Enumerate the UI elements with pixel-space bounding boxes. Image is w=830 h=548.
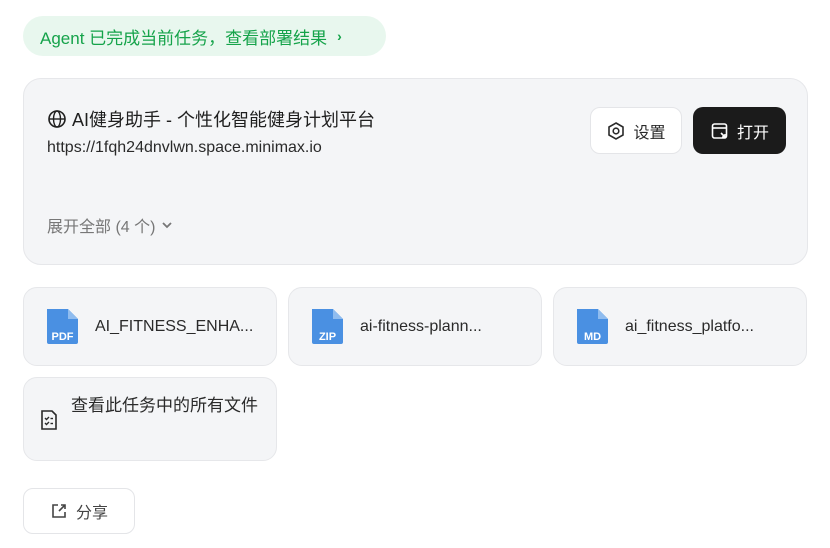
share-button[interactable]: 分享 — [23, 488, 135, 534]
file-card-md[interactable]: MD ai_fitness_platfo... — [553, 287, 807, 366]
file-card-zip[interactable]: ZIP ai-fitness-plann... — [288, 287, 542, 366]
md-file-icon: MD — [574, 307, 611, 346]
view-all-files-card[interactable]: 查看此任务中的所有文件 — [23, 377, 277, 461]
open-button[interactable]: 打开 — [693, 107, 786, 154]
task-complete-banner[interactable]: Agent 已完成当前任务，查看部署结果 › — [23, 16, 386, 56]
open-window-icon — [711, 122, 728, 139]
deployment-url[interactable]: https://1fqh24dnvlwn.space.minimax.io — [47, 139, 322, 157]
deployment-card: AI健身助手 - 个性化智能健身计划平台 https://1fqh24dnvlw… — [23, 78, 808, 265]
globe-icon — [48, 110, 66, 128]
file-checklist-icon — [41, 410, 57, 430]
expand-all-label: 展开全部 (4 个) — [47, 219, 156, 236]
file-name: ai_fitness_platfo... — [625, 317, 754, 335]
file-name: ai-fitness-plann... — [360, 317, 482, 335]
zip-file-icon: ZIP — [309, 307, 346, 346]
deployment-title: AI健身助手 - 个性化智能健身计划平台 — [47, 106, 375, 132]
expand-all-button[interactable]: 展开全部 (4 个) — [47, 213, 173, 237]
file-type-badge: MD — [583, 331, 602, 343]
file-type-badge: ZIP — [318, 331, 337, 343]
deployment-title-text: AI健身助手 - 个性化智能健身计划平台 — [72, 110, 376, 130]
share-icon — [52, 504, 66, 518]
settings-hexagon-icon — [608, 121, 625, 140]
file-name: AI_FITNESS_ENHA... — [95, 317, 254, 335]
file-type-badge: PDF — [51, 331, 74, 343]
file-card-pdf[interactable]: PDF AI_FITNESS_ENHA... — [23, 287, 277, 366]
view-all-files-label: 查看此任务中的所有文件 — [71, 396, 258, 415]
share-label: 分享 — [75, 505, 108, 522]
pdf-file-icon: PDF — [44, 307, 81, 346]
chevron-down-icon — [162, 222, 173, 229]
settings-button[interactable]: 设置 — [590, 107, 682, 154]
task-complete-text: Agent 已完成当前任务，查看部署结果 — [40, 28, 328, 48]
open-label: 打开 — [736, 124, 769, 142]
settings-label: 设置 — [633, 124, 666, 142]
chevron-right-icon: › — [337, 28, 342, 44]
